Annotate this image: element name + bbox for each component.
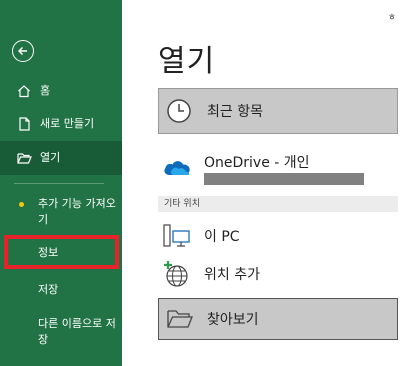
nav-item-save-as[interactable]: 다른 이름으로 저장	[38, 316, 120, 348]
section-header-other-locations: 기타 위치	[158, 196, 398, 212]
add-place-label: 위치 추가	[204, 267, 260, 283]
folder-open-icon	[16, 150, 32, 166]
open-pane: ㅎ 열기 최근 항목 OneDrive - 개인 기타 위치 이 PC 위치 추…	[122, 0, 400, 366]
nav-item-new[interactable]: 새로 만들기	[0, 115, 122, 133]
browse-label: 찾아보기	[207, 312, 259, 328]
recent-items-tile[interactable]: 최근 항목	[158, 88, 398, 134]
back-button[interactable]	[12, 40, 34, 62]
nav-item-open[interactable]: 열기	[0, 141, 122, 175]
folder-icon	[165, 304, 195, 334]
this-pc-location[interactable]: 이 PC	[158, 218, 398, 254]
onedrive-cloud-icon	[164, 161, 190, 175]
addins-badge-dot	[19, 202, 24, 207]
computer-icon	[162, 221, 192, 251]
this-pc-label: 이 PC	[204, 229, 240, 245]
nav-item-new-label: 새로 만들기	[40, 117, 95, 130]
clock-icon	[167, 99, 191, 123]
onedrive-location[interactable]: OneDrive - 개인	[158, 148, 398, 188]
backstage-sidebar: 홈 새로 만들기 열기 추가 기능 가져오기 정보 저장 다른 이름으로 저장	[0, 0, 122, 366]
top-edge-glyph: ㅎ	[387, 13, 396, 23]
onedrive-label: OneDrive - 개인	[204, 155, 310, 171]
browse-tile[interactable]: 찾아보기	[158, 298, 398, 340]
home-icon	[16, 83, 32, 99]
page-title: 열기	[158, 44, 216, 79]
globe-add-icon	[162, 259, 192, 289]
redacted-account-bar	[204, 173, 364, 185]
info-highlight-box	[4, 235, 119, 269]
new-doc-icon	[16, 116, 32, 132]
nav-item-home-label: 홈	[40, 84, 51, 97]
back-arrow-icon	[17, 46, 27, 56]
nav-item-save[interactable]: 저장	[38, 282, 120, 298]
nav-item-get-addins[interactable]: 추가 기능 가져오기	[38, 196, 120, 228]
recent-items-label: 최근 항목	[207, 104, 263, 120]
nav-item-home[interactable]: 홈	[0, 82, 122, 100]
sidebar-divider	[14, 183, 104, 184]
nav-item-open-label: 열기	[40, 151, 61, 164]
add-place-location[interactable]: 위치 추가	[158, 256, 398, 292]
